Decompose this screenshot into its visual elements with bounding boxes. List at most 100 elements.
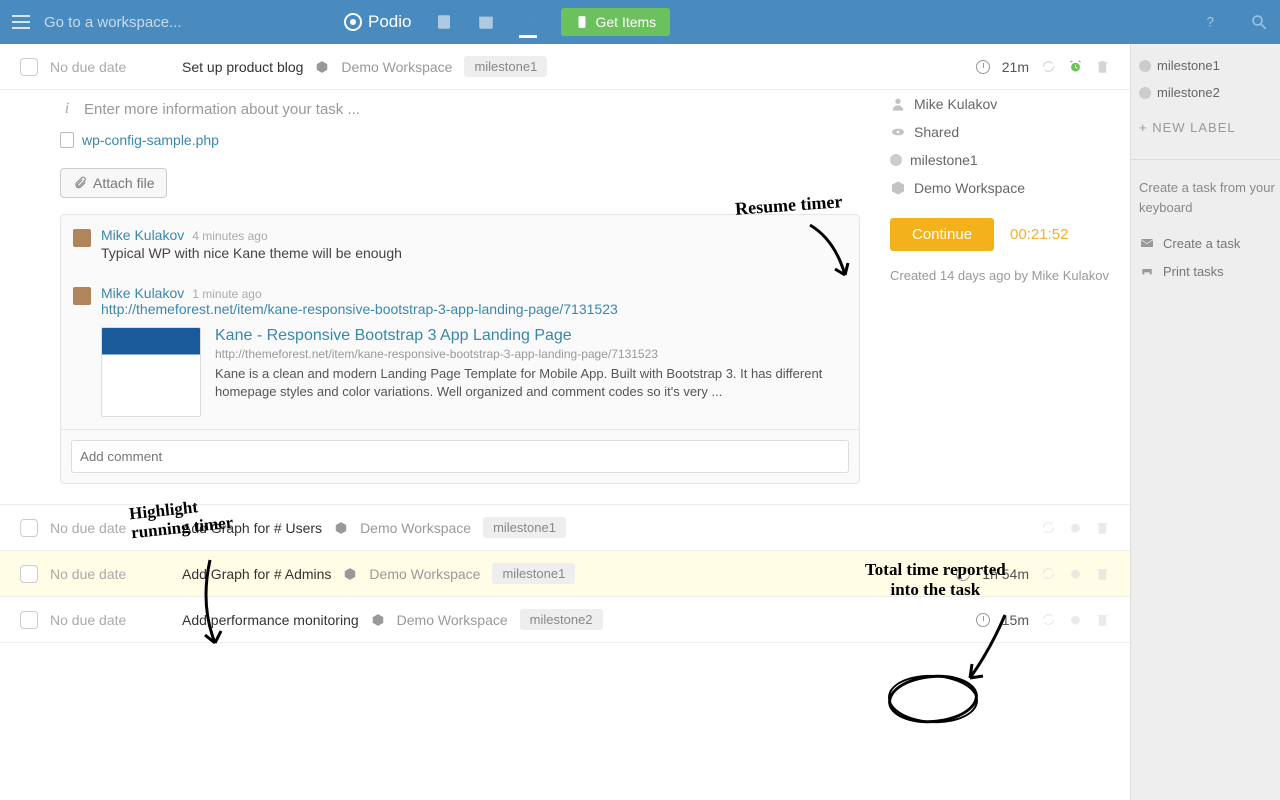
sidebar: milestone1 milestone2 + NEW LABEL Create… [1130, 44, 1280, 800]
alarm-icon[interactable] [1068, 612, 1083, 627]
workspace-icon [315, 60, 329, 74]
task-row[interactable]: No due date Add performance monitoring D… [0, 597, 1130, 643]
workspace-icon [334, 521, 348, 535]
info-icon: i [60, 100, 74, 118]
get-items-label: Get Items [595, 14, 656, 30]
task-title: Add Graph for # Admins [182, 566, 331, 582]
task-title: Add Graph for # Users [182, 520, 322, 536]
trash-icon[interactable] [1095, 59, 1110, 74]
task-expanded-panel: i Enter more information about your task… [0, 90, 1130, 505]
trash-icon[interactable] [1095, 566, 1110, 581]
task-tag[interactable]: milestone1 [483, 517, 566, 538]
workspace-icon [371, 613, 385, 627]
phone-icon [575, 15, 589, 29]
paperclip-icon [73, 176, 87, 190]
task-info-input[interactable]: i Enter more information about your task… [60, 90, 860, 128]
print-tasks-link[interactable]: Print tasks [1139, 257, 1280, 285]
label-dot-icon [1139, 87, 1151, 99]
alarm-icon[interactable] [1068, 59, 1083, 74]
help-icon[interactable]: ? [1202, 13, 1220, 31]
file-icon [60, 132, 74, 148]
add-comment-input[interactable] [71, 440, 849, 473]
workspace-name: Demo Workspace [360, 520, 471, 536]
preview-description: Kane is a clean and modern Landing Page … [215, 365, 847, 401]
meta-user: Mike Kulakov [890, 90, 1110, 118]
avatar [73, 229, 91, 247]
sidebar-label[interactable]: milestone1 [1139, 52, 1280, 79]
meta-label: milestone1 [890, 146, 1110, 174]
task-checkbox[interactable] [20, 519, 38, 537]
new-label-button[interactable]: + NEW LABEL [1139, 106, 1280, 155]
workspace-icon [890, 180, 906, 196]
envelope-icon [1139, 235, 1155, 251]
refresh-icon[interactable] [1041, 520, 1056, 535]
attach-file-button[interactable]: Attach file [60, 168, 167, 198]
task-tag[interactable]: milestone1 [492, 563, 575, 584]
task-meta-panel: Mike Kulakov Shared milestone1 Demo Work… [890, 90, 1110, 484]
task-row[interactable]: No due date Add Graph for # Users Demo W… [0, 505, 1130, 551]
comment-time: 1 minute ago [192, 287, 261, 301]
refresh-icon[interactable] [1041, 59, 1056, 74]
workspace-icon [343, 567, 357, 581]
task-title: Set up product blog [182, 59, 303, 75]
preview-url: http://themeforest.net/item/kane-respons… [215, 345, 847, 365]
alarm-icon[interactable] [1068, 520, 1083, 535]
meta-shared: Shared [890, 118, 1110, 146]
sidebar-label[interactable]: milestone2 [1139, 79, 1280, 106]
task-title: Add performance monitoring [182, 612, 359, 628]
tasks-icon[interactable] [519, 20, 537, 38]
podio-logo[interactable]: Podio [344, 12, 411, 32]
get-items-button[interactable]: Get Items [561, 8, 670, 36]
meta-workspace: Demo Workspace [890, 174, 1110, 202]
menu-icon[interactable] [12, 15, 30, 29]
contacts-icon[interactable] [435, 13, 453, 31]
attached-file[interactable]: wp-config-sample.php [60, 128, 860, 162]
time-value: 15m [1002, 612, 1029, 628]
continue-button[interactable]: Continue [890, 218, 994, 251]
calendar-icon[interactable] [477, 13, 495, 31]
comment-author[interactable]: Mike Kulakov [101, 227, 184, 243]
workspace-name: Demo Workspace [369, 566, 480, 582]
sidebar-hint: Create a task from your keyboard [1139, 178, 1280, 229]
alarm-icon[interactable] [1068, 566, 1083, 581]
task-row[interactable]: No due date Add Graph for # Admins Demo … [0, 551, 1130, 597]
task-checkbox[interactable] [20, 565, 38, 583]
due-date: No due date [50, 59, 170, 75]
trash-icon[interactable] [1095, 612, 1110, 627]
clock-icon [976, 613, 990, 627]
search-icon[interactable] [1250, 13, 1268, 31]
clock-icon [956, 567, 970, 581]
task-row[interactable]: No due date Set up product blog Demo Wor… [0, 44, 1130, 90]
refresh-icon[interactable] [1041, 612, 1056, 627]
comment-author[interactable]: Mike Kulakov [101, 285, 184, 301]
trash-icon[interactable] [1095, 520, 1110, 535]
created-text: Created 14 days ago by Mike Kulakov [890, 267, 1110, 285]
label-dot-icon [890, 154, 902, 166]
task-checkbox[interactable] [20, 58, 38, 76]
preview-title: Kane - Responsive Bootstrap 3 App Landin… [215, 327, 847, 345]
time-value: 1h 54m [982, 566, 1029, 582]
due-date: No due date [50, 520, 170, 536]
person-icon [890, 96, 906, 112]
avatar [73, 287, 91, 305]
comment-link[interactable]: http://themeforest.net/item/kane-respons… [101, 301, 847, 317]
podio-ring-icon [344, 13, 362, 31]
workspace-name: Demo Workspace [341, 59, 452, 75]
refresh-icon[interactable] [1041, 566, 1056, 581]
task-tag[interactable]: milestone1 [464, 56, 547, 77]
comments-list: Mike Kulakov 4 minutes ago Typical WP wi… [60, 214, 860, 484]
main-content: No due date Set up product blog Demo Wor… [0, 44, 1130, 800]
due-date: No due date [50, 612, 170, 628]
time-value: 21m [1002, 59, 1029, 75]
link-preview[interactable]: Kane - Responsive Bootstrap 3 App Landin… [101, 317, 847, 417]
preview-thumbnail [101, 327, 201, 417]
workspace-search[interactable]: Go to a workspace... [44, 14, 304, 31]
brand-text: Podio [368, 12, 411, 32]
add-comment-row [61, 429, 859, 483]
create-task-link[interactable]: Create a task [1139, 229, 1280, 257]
task-checkbox[interactable] [20, 611, 38, 629]
task-tag[interactable]: milestone2 [520, 609, 603, 630]
svg-text:?: ? [1207, 15, 1215, 30]
timer-value: 00:21:52 [1010, 226, 1068, 243]
due-date: No due date [50, 566, 170, 582]
